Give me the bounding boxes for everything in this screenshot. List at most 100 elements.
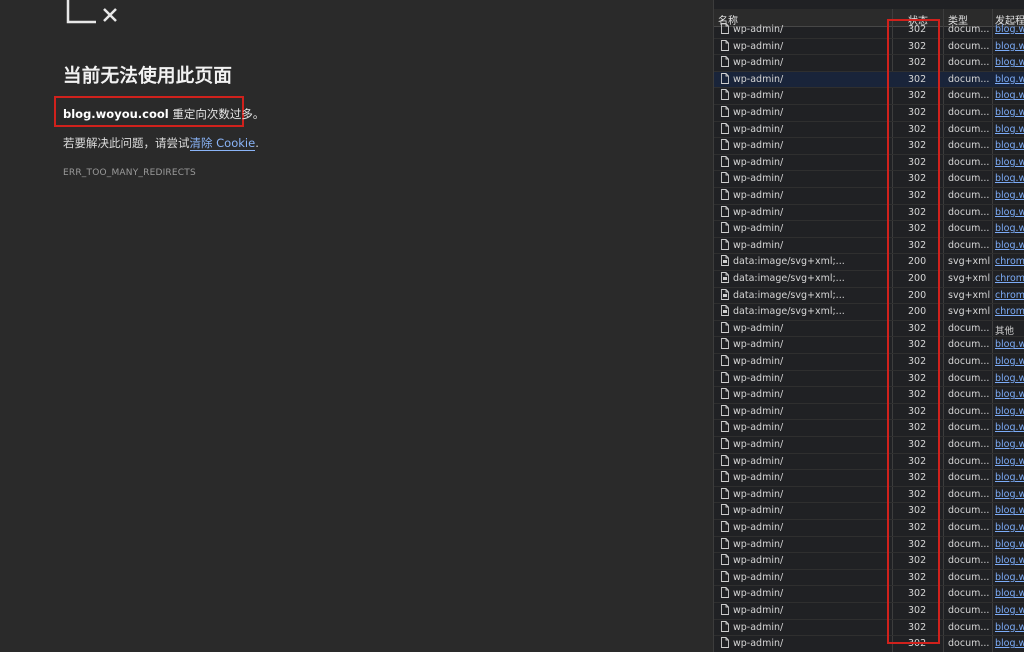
request-initiator[interactable]: blog.w [995,605,1024,616]
request-initiator[interactable]: blog.w [995,406,1024,417]
request-row[interactable]: wp-admin/302 docum... blog.w [714,171,1024,188]
request-row[interactable]: wp-admin/302 docum... blog.w [714,155,1024,172]
request-initiator[interactable]: chrome [995,256,1024,267]
request-initiator[interactable]: blog.w [995,572,1024,583]
request-row[interactable]: wp-admin/302 docum... blog.w [714,636,1024,652]
request-type: docum... [948,455,990,467]
request-name: wp-admin/ [733,339,784,351]
request-initiator[interactable]: 其他 [995,323,1024,337]
request-row[interactable]: wp-admin/302 docum... blog.w [714,39,1024,56]
request-name: data:image/svg+xml;... [733,273,845,284]
request-initiator[interactable]: blog.w [995,505,1024,516]
request-initiator[interactable]: blog.w [995,124,1024,135]
request-initiator[interactable]: blog.w [995,223,1024,234]
request-initiator[interactable]: blog.w [995,389,1024,400]
request-row[interactable]: wp-admin/302 docum... blog.w [714,138,1024,155]
request-initiator[interactable]: chrome [995,273,1024,284]
request-initiator[interactable]: blog.w [995,472,1024,483]
request-status: 302 [908,190,927,201]
request-initiator[interactable]: blog.w [995,555,1024,566]
request-initiator[interactable]: blog.w [995,74,1024,85]
request-initiator[interactable]: blog.w [995,422,1024,433]
request-row[interactable]: wp-admin/302 docum... blog.w [714,520,1024,537]
request-row[interactable]: data:image/svg+xml;... 200 svg+xml chrome [714,304,1024,321]
request-row[interactable]: wp-admin/302 docum... blog.w [714,487,1024,504]
request-type: docum... [948,405,990,417]
request-type: docum... [948,472,990,484]
request-initiator[interactable]: blog.w [995,439,1024,450]
request-initiator[interactable]: blog.w [995,240,1024,251]
request-row[interactable]: wp-admin/302 docum... blog.w [714,55,1024,72]
request-name: wp-admin/ [733,239,784,251]
request-initiator[interactable]: blog.w [995,57,1024,68]
request-row[interactable]: wp-admin/302 docum... blog.w [714,620,1024,637]
request-initiator[interactable]: blog.w [995,90,1024,101]
document-file-icon [721,355,729,366]
request-row[interactable]: wp-admin/302 docum... blog.w [714,404,1024,421]
request-row[interactable]: wp-admin/302 docum... blog.w [714,437,1024,454]
request-row[interactable]: wp-admin/302 docum... blog.w [714,570,1024,587]
request-initiator[interactable]: blog.w [995,489,1024,500]
request-status: 302 [908,638,927,650]
request-name: wp-admin/ [733,571,784,583]
request-row[interactable]: wp-admin/302 docum... blog.w [714,337,1024,354]
request-initiator[interactable]: blog.w [995,456,1024,467]
request-row[interactable]: wp-admin/302 docum... blog.w [714,221,1024,238]
hint-suffix: . [255,136,259,150]
request-row[interactable]: wp-admin/302 docum... blog.w [714,188,1024,205]
request-initiator[interactable]: blog.w [995,190,1024,201]
broken-page-icon [66,0,117,24]
request-initiator[interactable]: blog.w [995,157,1024,168]
request-row[interactable]: wp-admin/302 docum... blog.w [714,553,1024,570]
request-row[interactable]: wp-admin/302 docum... blog.w [714,354,1024,371]
request-initiator[interactable]: blog.w [995,140,1024,151]
request-initiator[interactable]: blog.w [995,373,1024,384]
request-row[interactable]: wp-admin/302 docum... 其他 [714,321,1024,338]
request-initiator[interactable]: blog.w [995,41,1024,52]
request-initiator[interactable]: blog.w [995,522,1024,533]
request-row[interactable]: wp-admin/302 docum... blog.w [714,387,1024,404]
request-type: svg+xml [948,273,990,284]
request-status: 302 [908,73,927,85]
request-row[interactable]: wp-admin/302 docum... blog.w [714,371,1024,388]
request-initiator[interactable]: chrome [995,290,1024,301]
request-row[interactable]: data:image/svg+xml;... 200 svg+xml chrome [714,271,1024,288]
request-row[interactable]: wp-admin/302 docum... blog.w [714,470,1024,487]
request-row[interactable]: wp-admin/302 docum... blog.w [714,238,1024,255]
request-row[interactable]: wp-admin/302 docum... blog.w [714,454,1024,471]
request-row[interactable]: wp-admin/302 docum... blog.w [714,537,1024,554]
request-initiator[interactable]: blog.w [995,339,1024,350]
request-row[interactable]: wp-admin/302 docum... blog.w [714,71,1024,89]
request-initiator[interactable]: blog.w [995,24,1024,35]
request-initiator[interactable]: chrome [995,306,1024,317]
request-row[interactable]: wp-admin/302 docum... blog.w [714,88,1024,105]
request-row[interactable]: wp-admin/302 docum... blog.w [714,205,1024,222]
request-initiator[interactable]: blog.w [995,107,1024,118]
request-row[interactable]: wp-admin/302 docum... blog.w [714,503,1024,520]
document-file-icon [721,438,729,449]
request-initiator[interactable]: blog.w [995,638,1024,649]
request-row[interactable]: data:image/svg+xml;... 200 svg+xml chrome [714,254,1024,271]
request-initiator[interactable]: blog.w [995,622,1024,633]
image-file-icon [721,305,729,317]
clear-cookie-link[interactable]: 清除 Cookie [189,136,256,151]
request-row[interactable]: wp-admin/302 docum... blog.w [714,420,1024,437]
request-initiator[interactable]: blog.w [995,173,1024,184]
request-initiator[interactable]: blog.w [995,539,1024,550]
request-initiator[interactable]: blog.w [995,356,1024,367]
request-name: wp-admin/ [733,173,784,185]
document-file-icon [721,521,729,532]
request-type: docum... [948,156,990,168]
request-row[interactable]: wp-admin/302 docum... blog.w [714,22,1024,39]
request-row[interactable]: data:image/svg+xml;... 200 svg+xml chrome [714,288,1024,305]
request-initiator[interactable]: blog.w [995,588,1024,599]
request-type: svg+xml [948,306,990,318]
request-name: data:image/svg+xml;... [733,289,845,301]
hint-prefix: 若要解决此问题，请尝试 [63,136,190,150]
request-initiator[interactable]: blog.w [995,207,1024,218]
request-row[interactable]: wp-admin/302 docum... blog.w [714,603,1024,620]
request-row[interactable]: wp-admin/302 docum... blog.w [714,122,1024,139]
request-row[interactable]: wp-admin/302 docum... blog.w [714,105,1024,122]
request-name: wp-admin/ [733,472,784,484]
request-row[interactable]: wp-admin/302 docum... blog.w [714,586,1024,603]
